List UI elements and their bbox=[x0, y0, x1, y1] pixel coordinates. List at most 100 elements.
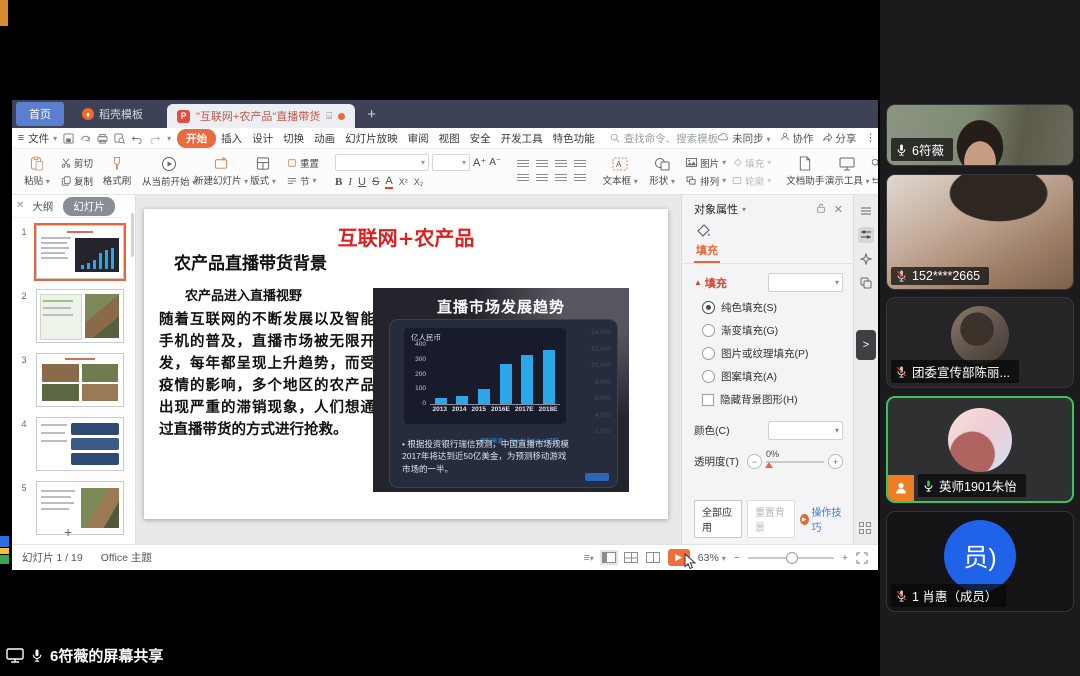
pin-lock-icon[interactable] bbox=[816, 203, 826, 214]
copy-button[interactable]: 复制 bbox=[61, 174, 93, 188]
present-tools-button[interactable]: 演示工具 ▾ bbox=[826, 157, 868, 187]
menu-item-design[interactable]: 设计 bbox=[247, 129, 278, 148]
menu-item-transition[interactable]: 切换 bbox=[278, 129, 309, 148]
arrange-button[interactable]: 排列 ▾ bbox=[686, 174, 726, 188]
slide-subheading[interactable]: 农产品进入直播视野 bbox=[185, 285, 302, 304]
font-name-combo[interactable]: ▾ bbox=[335, 154, 429, 171]
play-from-current-button[interactable]: 从当前开始 ▾ bbox=[148, 156, 190, 188]
color-combo[interactable]: ▾ bbox=[768, 421, 843, 440]
preview-icon[interactable] bbox=[114, 133, 125, 144]
transparency-slider[interactable]: 0% bbox=[766, 461, 824, 463]
bold-button[interactable]: B bbox=[335, 176, 342, 188]
picture-button[interactable]: 图片 ▾ bbox=[686, 156, 726, 170]
outline-tab[interactable]: 大纲 bbox=[32, 199, 53, 214]
print-icon[interactable] bbox=[97, 133, 108, 144]
save-icon[interactable] bbox=[63, 133, 74, 144]
align-center-icon[interactable] bbox=[536, 174, 548, 183]
share-button[interactable]: 分享 bbox=[822, 131, 856, 146]
chevron-down-icon[interactable]: ▾ bbox=[742, 205, 746, 214]
menu-item-slideshow[interactable]: 幻灯片放映 bbox=[340, 129, 403, 148]
underline-button[interactable]: U bbox=[358, 176, 366, 188]
zoom-level[interactable]: 63% ▾ bbox=[698, 552, 726, 564]
chart-image[interactable]: 直播市场发展趋势 亿人民币 4003002001000 201320142015… bbox=[373, 288, 629, 492]
rail-properties-icon[interactable] bbox=[858, 227, 874, 243]
participant-tile[interactable]: 团委宣传部陈丽... bbox=[886, 297, 1074, 388]
rail-shapes-icon[interactable] bbox=[858, 275, 874, 291]
expand-panel-button[interactable]: > bbox=[856, 330, 876, 360]
option-solid-fill[interactable]: 纯色填充(S) bbox=[694, 300, 843, 315]
reset-background-button[interactable]: 重置背景 bbox=[747, 500, 795, 538]
slide-heading[interactable]: 农产品直播带货背景 bbox=[174, 249, 327, 274]
command-search[interactable]: 查找命令、搜索模板 bbox=[610, 131, 719, 146]
zoom-in-button[interactable]: + bbox=[842, 552, 848, 564]
transparency-minus-button[interactable]: − bbox=[747, 454, 762, 469]
slide[interactable]: 互联网+农产品 农产品直播带货背景 农产品进入直播视野 随着互联网的不断发展以及… bbox=[144, 209, 668, 519]
more-menu-icon[interactable]: ⋮ bbox=[865, 132, 876, 144]
thumbnail-scrollbar[interactable] bbox=[131, 213, 134, 257]
rail-menu-icon[interactable] bbox=[858, 203, 874, 219]
sync-status[interactable]: 未同步 ▾ bbox=[718, 131, 770, 146]
menu-item-animation[interactable]: 动画 bbox=[309, 129, 340, 148]
apply-all-button[interactable]: 全部应用 bbox=[694, 500, 742, 538]
slide-sorter-button[interactable] bbox=[624, 552, 638, 563]
cut-button[interactable]: 剪切 bbox=[61, 156, 93, 170]
menu-item-devtools[interactable]: 开发工具 bbox=[496, 129, 548, 148]
menu-item-home[interactable]: 开始 bbox=[177, 129, 216, 148]
replace-button[interactable]: 替换 bbox=[871, 174, 878, 188]
customize-toolbar-icon[interactable]: ▾ bbox=[167, 134, 171, 143]
doc-assistant-button[interactable]: 文档助手 bbox=[784, 156, 826, 187]
italic-button[interactable]: I bbox=[348, 176, 352, 188]
slide-body-text[interactable]: 随着互联网的不断发展以及智能手机的普及，直播市场被无限开发，每年都呈现上升趋势，… bbox=[159, 309, 375, 441]
menu-item-insert[interactable]: 插入 bbox=[216, 129, 247, 148]
notes-button[interactable]: ≡▾ bbox=[584, 552, 594, 564]
undo-icon[interactable] bbox=[131, 133, 143, 144]
slideshow-play-button[interactable]: ▶ bbox=[668, 549, 690, 566]
menu-item-features[interactable]: 特色功能 bbox=[548, 129, 600, 148]
new-slide-button[interactable]: 新建幻灯片 ▾ bbox=[200, 156, 242, 187]
section-collapse-icon[interactable]: ▲ bbox=[694, 278, 702, 287]
fill-preset-combo[interactable]: ▾ bbox=[768, 273, 843, 292]
option-pattern-fill[interactable]: 图案填充(A) bbox=[694, 369, 843, 384]
reset-button[interactable]: 重置 bbox=[287, 156, 319, 170]
new-tab-button[interactable]: + bbox=[355, 106, 388, 123]
strikethrough-button[interactable]: S bbox=[372, 176, 379, 188]
menu-item-view[interactable]: 视图 bbox=[434, 129, 465, 148]
zoom-slider-thumb[interactable] bbox=[786, 552, 798, 564]
rail-effects-icon[interactable] bbox=[858, 251, 874, 267]
layout-button[interactable]: 版式 ▾ bbox=[242, 156, 284, 187]
align-right-icon[interactable] bbox=[555, 174, 567, 183]
close-panel-icon[interactable]: ✕ bbox=[16, 200, 24, 211]
grid-view-icon[interactable] bbox=[859, 522, 871, 534]
slide-thumbnail[interactable] bbox=[36, 225, 124, 279]
fit-to-window-icon[interactable] bbox=[856, 552, 868, 564]
tab-current-document[interactable]: P "互联网+农产品"直播带货 ⌸ bbox=[167, 104, 355, 128]
number-list-icon[interactable] bbox=[536, 160, 548, 169]
indent-increase-icon[interactable] bbox=[574, 160, 586, 169]
redo-icon[interactable] bbox=[149, 133, 161, 144]
add-slide-button[interactable]: + bbox=[64, 524, 72, 540]
file-menu[interactable]: ≡ 文件 ▾ bbox=[18, 131, 57, 146]
tab-docer-templates[interactable]: ♦ 稻壳模板 bbox=[72, 102, 153, 126]
tips-link[interactable]: ▶ 操作技巧 bbox=[800, 504, 843, 534]
superscript-button[interactable]: X² bbox=[399, 177, 408, 187]
bullet-list-icon[interactable] bbox=[517, 160, 529, 169]
participant-tile[interactable]: 6符薇 bbox=[886, 104, 1074, 166]
participant-tile-active-speaker[interactable]: 英师1901朱怡 bbox=[886, 396, 1074, 503]
tab-home[interactable]: 首页 bbox=[16, 102, 64, 126]
option-picture-fill[interactable]: 图片或纹理填充(P) bbox=[694, 346, 843, 361]
option-gradient-fill[interactable]: 渐变填充(G) bbox=[694, 323, 843, 338]
text-box-button[interactable]: A 文本框 ▾ bbox=[599, 157, 641, 187]
menu-item-review[interactable]: 审阅 bbox=[403, 129, 434, 148]
align-left-icon[interactable] bbox=[517, 174, 529, 183]
indent-decrease-icon[interactable] bbox=[555, 160, 567, 169]
font-color-button[interactable]: A bbox=[385, 175, 392, 189]
output-icon[interactable] bbox=[80, 133, 91, 144]
normal-view-button[interactable] bbox=[602, 552, 616, 563]
font-size-combo[interactable]: ▾ bbox=[432, 154, 470, 171]
slide-thumbnail[interactable] bbox=[36, 481, 124, 535]
section-button[interactable]: 节 ▾ bbox=[287, 174, 319, 188]
reading-view-button[interactable] bbox=[646, 552, 660, 563]
slide-thumbnail[interactable] bbox=[36, 353, 124, 407]
collab-button[interactable]: 协作 bbox=[780, 131, 814, 146]
increase-font-icon[interactable]: A⁺ bbox=[473, 156, 486, 169]
